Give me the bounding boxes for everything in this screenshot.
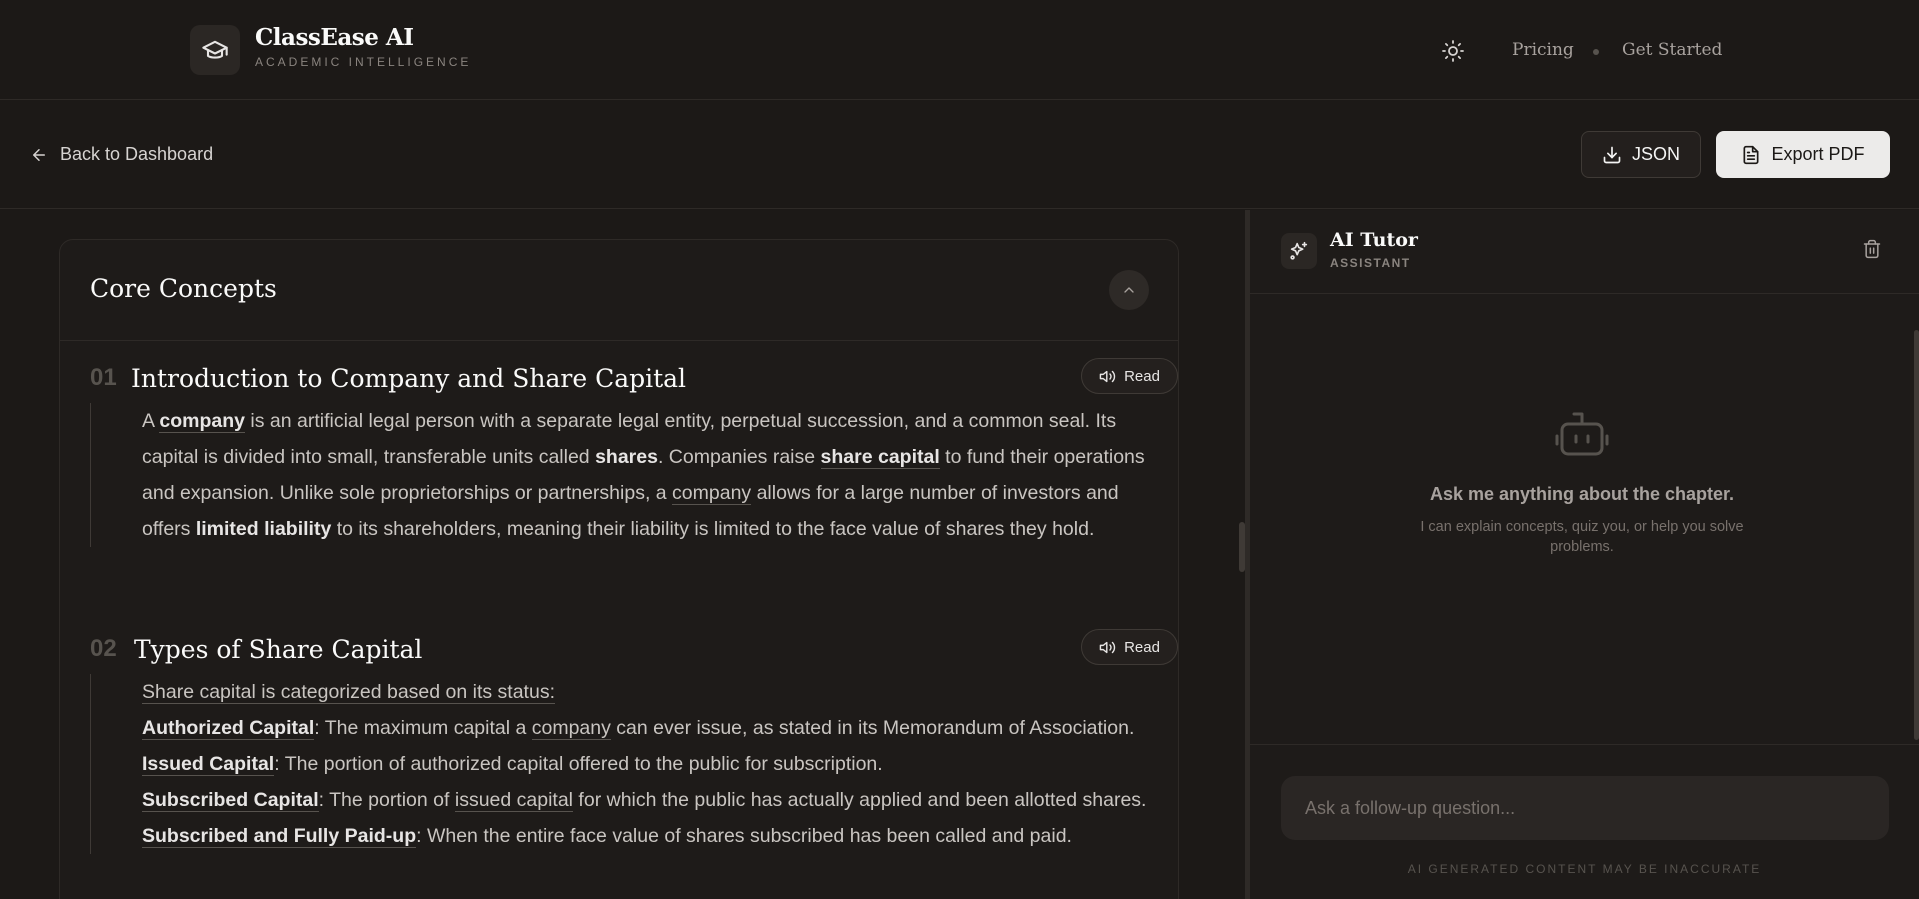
glossary-term[interactable]: issued capital bbox=[454, 789, 574, 812]
section-title: Introduction to Company and Share Capita… bbox=[131, 364, 687, 393]
empty-state-title: Ask me anything about the chapter. bbox=[1429, 484, 1735, 504]
section-body: Share capital is categorized based on it… bbox=[90, 674, 1150, 854]
bot-icon bbox=[1554, 410, 1610, 463]
brand-tagline: ACADEMIC INTELLIGENCE bbox=[255, 55, 472, 69]
glossary-term[interactable]: Issued Capital bbox=[142, 753, 275, 776]
text: : The maximum capital a bbox=[314, 717, 532, 739]
glossary-term[interactable]: Subscribed and Fully Paid-up bbox=[142, 825, 417, 848]
section-number: 01 bbox=[90, 364, 117, 391]
theme-toggle-sun-icon[interactable] bbox=[1440, 38, 1466, 64]
logo[interactable] bbox=[190, 25, 240, 75]
read-aloud-button[interactable]: Read bbox=[1081, 358, 1178, 394]
tutor-name: AI Tutor bbox=[1330, 229, 1418, 251]
chat-input-area: AI GENERATED CONTENT MAY BE INACCURATE bbox=[1250, 744, 1919, 899]
download-icon bbox=[1603, 146, 1621, 163]
text: to its shareholders, meaning their liabi… bbox=[331, 518, 1095, 540]
empty-state-subtitle: I can explain concepts, quiz you, or hel… bbox=[1420, 519, 1744, 555]
text: : The portion of authorized capital offe… bbox=[274, 753, 883, 775]
core-concepts-card: Core Concepts 01 Introduction to Company… bbox=[59, 239, 1179, 899]
glossary-term[interactable]: company bbox=[672, 482, 752, 505]
section-title: Types of Share Capital bbox=[134, 635, 423, 664]
chevron-up-icon bbox=[1124, 287, 1134, 293]
bold-term: shares bbox=[595, 446, 658, 468]
bold-term: limited liability bbox=[195, 518, 332, 540]
tutor-header: AI Tutor ASSISTANT bbox=[1250, 210, 1919, 294]
list-item: Authorized Capital: The maximum capital … bbox=[142, 710, 1150, 746]
glossary-term[interactable]: share capital bbox=[820, 446, 940, 469]
intro-text: Share capital is categorized based on it… bbox=[142, 681, 555, 704]
sparkles-icon bbox=[1281, 233, 1317, 269]
glossary-term[interactable]: company bbox=[159, 410, 245, 433]
card-title: Core Concepts bbox=[90, 274, 277, 303]
text: : When the entire face value of shares s… bbox=[416, 825, 1072, 847]
chat-scrollbar[interactable] bbox=[1914, 330, 1919, 740]
file-text-icon bbox=[1743, 145, 1759, 164]
nav-pricing-link[interactable]: Pricing bbox=[1512, 40, 1574, 60]
export-json-button[interactable]: JSON bbox=[1581, 131, 1701, 178]
brand[interactable]: ClassEase AI ACADEMIC INTELLIGENCE bbox=[255, 24, 471, 69]
text: . Companies raise bbox=[657, 446, 821, 468]
nav-separator-dot bbox=[1593, 49, 1599, 55]
page-toolbar: Back to Dashboard JSON Export PDF bbox=[0, 100, 1919, 209]
trash-icon[interactable] bbox=[1862, 239, 1882, 264]
back-to-dashboard-button[interactable]: Back to Dashboard bbox=[30, 144, 213, 165]
tutor-role: ASSISTANT bbox=[1330, 256, 1411, 270]
chapter-content: Core Concepts 01 Introduction to Company… bbox=[0, 210, 1245, 899]
resize-handle[interactable] bbox=[1239, 522, 1245, 572]
glossary-term[interactable]: company bbox=[531, 717, 611, 740]
read-label: Read bbox=[1124, 367, 1160, 385]
glossary-term[interactable]: Subscribed Capital bbox=[142, 789, 319, 812]
graduation-cap-icon bbox=[202, 40, 228, 59]
section-number: 02 bbox=[90, 635, 117, 662]
text: can ever issue, as stated in its Memoran… bbox=[610, 717, 1135, 739]
section-intro: Share capital is categorized based on it… bbox=[142, 674, 1150, 710]
collapse-button[interactable] bbox=[1109, 270, 1149, 310]
ai-tutor-panel: AI Tutor ASSISTANT Ask me anything about… bbox=[1250, 210, 1919, 899]
list-item: Issued Capital: The portion of authorize… bbox=[142, 746, 1150, 782]
card-header: Core Concepts bbox=[60, 240, 1178, 341]
section-body: A company is an artificial legal person … bbox=[90, 403, 1150, 547]
follow-up-question-input[interactable] bbox=[1281, 776, 1889, 840]
read-label: Read bbox=[1124, 638, 1160, 656]
json-label: JSON bbox=[1631, 144, 1680, 164]
back-label: Back to Dashboard bbox=[60, 144, 214, 164]
ai-disclaimer: AI GENERATED CONTENT MAY BE INACCURATE bbox=[1407, 862, 1762, 876]
text: : The portion of bbox=[318, 789, 455, 811]
brand-name: ClassEase AI bbox=[255, 24, 414, 51]
top-nav: ClassEase AI ACADEMIC INTELLIGENCE Prici… bbox=[0, 0, 1919, 100]
speaker-icon bbox=[1099, 641, 1116, 653]
speaker-icon bbox=[1099, 370, 1116, 382]
arrow-left-icon bbox=[33, 148, 45, 161]
read-aloud-button[interactable]: Read bbox=[1081, 629, 1178, 665]
nav-get-started-link[interactable]: Get Started bbox=[1622, 40, 1722, 60]
glossary-term[interactable]: Authorized Capital bbox=[142, 717, 315, 740]
text: for which the public has actually applie… bbox=[573, 789, 1147, 811]
text: A bbox=[142, 410, 160, 432]
pdf-label: Export PDF bbox=[1771, 144, 1865, 164]
list-item: Subscribed Capital: The portion of issue… bbox=[142, 782, 1150, 818]
export-pdf-button[interactable]: Export PDF bbox=[1716, 131, 1890, 178]
list-item: Subscribed and Fully Paid-up: When the e… bbox=[142, 818, 1150, 854]
